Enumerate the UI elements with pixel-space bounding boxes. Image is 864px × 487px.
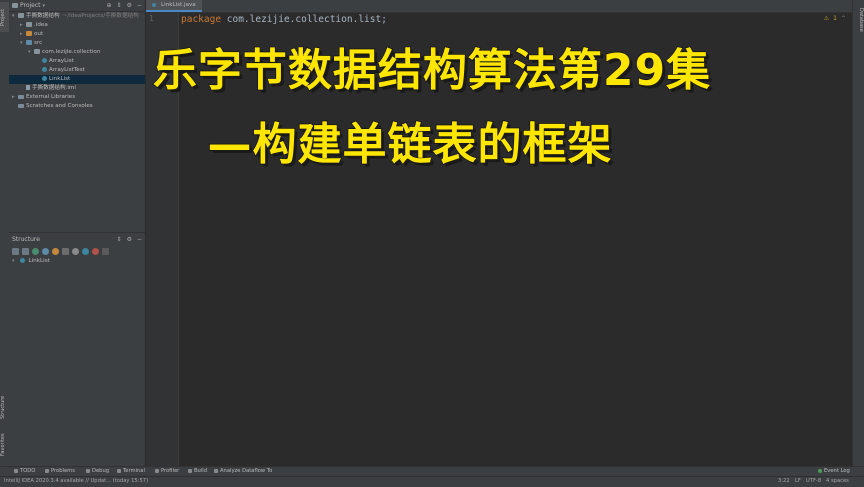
warning-icon: ⚠: [823, 15, 830, 22]
status-message[interactable]: IntelliJ IDEA 2020.3.4 available // Upda…: [4, 478, 148, 484]
profiler-label: Profiler: [161, 468, 180, 474]
problems-label: Problems: [51, 468, 75, 474]
filter-icon[interactable]: [102, 247, 109, 255]
locate-icon[interactable]: ⊕: [107, 2, 112, 9]
project-tree-label: 手撕数据结构: [26, 13, 60, 19]
structure-panel-title: Structure: [12, 235, 40, 243]
terminal-icon: [117, 468, 121, 473]
hammer-icon: [188, 468, 192, 473]
collapse-all-icon[interactable]: ⇕: [117, 2, 122, 9]
debug-label: Debug: [92, 468, 110, 474]
project-panel-header: Project ▾ ⊕ ⇕ ⚙ −: [9, 0, 145, 12]
event-log-icon: [818, 468, 822, 473]
build-tool-button[interactable]: Build: [188, 468, 207, 474]
favorites-tool-tab[interactable]: Favorites: [0, 430, 9, 460]
folder-icon: [26, 21, 32, 27]
inspection-widget[interactable]: ⚠ 1 ⌃: [824, 15, 846, 22]
gear-icon[interactable]: ⚙: [127, 236, 132, 243]
structure-toolbar: [9, 245, 145, 257]
chevron-up-icon[interactable]: ⌃: [841, 15, 846, 22]
problems-icon: [45, 468, 49, 473]
show-toplevel-icon[interactable]: [92, 247, 99, 255]
editor-tab-linklist[interactable]: LinkList.java: [146, 0, 202, 12]
video-title-line-2: —构建单链表的框架: [207, 118, 613, 170]
class-icon: [152, 3, 156, 7]
caret-position[interactable]: 3:22: [778, 478, 790, 484]
editor-tab-bar: LinkList.java: [146, 0, 852, 13]
project-tool-tab[interactable]: Project: [0, 2, 9, 32]
analyze-dataflow-button[interactable]: Analyze Dataflow To: [214, 468, 272, 474]
problems-tool-button[interactable]: Problems: [45, 468, 75, 474]
dataflow-icon: [214, 468, 218, 473]
debug-tool-button[interactable]: Debug: [86, 468, 109, 474]
show-non-public-icon[interactable]: [62, 247, 69, 255]
editor-tab-label: LinkList.java: [161, 2, 196, 8]
todo-tool-button[interactable]: TODO: [14, 468, 35, 474]
status-bar: IntelliJ IDEA 2020.3.4 available // Upda…: [0, 476, 864, 487]
structure-tree-item[interactable]: ▾ LinkList: [9, 257, 145, 266]
code-keyword: package: [181, 14, 222, 25]
warning-count: 1: [833, 15, 837, 22]
terminal-tool-button[interactable]: Terminal: [117, 468, 145, 474]
structure-tool-tab[interactable]: Structure: [0, 390, 9, 424]
folder-icon: [18, 12, 24, 18]
sort-alpha-icon[interactable]: [22, 247, 29, 255]
line-number: 1: [149, 14, 154, 23]
hide-icon[interactable]: −: [137, 2, 142, 9]
analyze-dataflow-label: Analyze Dataflow To: [220, 468, 273, 474]
show-anonymous-icon[interactable]: [82, 247, 89, 255]
expand-collapse-icon[interactable]: ⇕: [117, 236, 122, 243]
todo-icon: [14, 468, 18, 473]
structure-panel-header: Structure ⇕ ⚙ −: [9, 233, 145, 245]
project-tree-item[interactable]: ▾ 手撕数据结构 ~/IdeaProjects/手撕数据结构: [9, 12, 145, 21]
project-panel-title[interactable]: Project: [20, 2, 41, 9]
class-icon: [19, 257, 25, 263]
code-package-name: com.lezijie.collection.list;: [221, 14, 387, 25]
show-inherited-icon[interactable]: [52, 247, 59, 255]
structure-item-label: LinkList: [28, 258, 50, 264]
video-title-line-1: 乐字节数据结构算法第29集: [152, 44, 712, 96]
database-tool-tab[interactable]: Database: [854, 8, 864, 32]
project-tree-label: .idea: [34, 22, 48, 28]
file-encoding[interactable]: UTF-8: [806, 478, 821, 484]
build-label: Build: [194, 468, 208, 474]
terminal-label: Terminal: [123, 468, 145, 474]
bug-icon: [86, 468, 90, 473]
hide-icon[interactable]: −: [137, 236, 142, 243]
scratch-icon: [18, 103, 24, 108]
code-line-1[interactable]: package com.lezijie.collection.list;: [181, 14, 387, 25]
chevron-down-icon[interactable]: ▾: [12, 257, 18, 266]
todo-label: TODO: [20, 468, 36, 474]
project-path-hint: ~/IdeaProjects/手撕数据结构: [62, 13, 139, 19]
sort-visibility-icon[interactable]: [12, 247, 19, 255]
project-view-icon: [12, 3, 18, 8]
event-log-label: Event Log: [824, 468, 850, 474]
event-log-button[interactable]: Event Log: [818, 468, 850, 474]
show-properties-icon[interactable]: [32, 247, 39, 255]
project-tree-item[interactable]: ▸ .idea: [9, 21, 145, 30]
show-lambdas-icon[interactable]: [72, 247, 79, 255]
structure-panel: Structure ⇕ ⚙ − ▾ LinkList: [9, 232, 145, 467]
show-fields-icon[interactable]: [42, 247, 49, 255]
profiler-tool-button[interactable]: Profiler: [155, 468, 179, 474]
profiler-icon: [155, 468, 159, 473]
gear-icon[interactable]: ⚙: [127, 2, 132, 9]
line-separator[interactable]: LF: [795, 478, 801, 484]
project-dropdown-chevron-icon[interactable]: ▾: [43, 3, 46, 9]
indent-setting[interactable]: 4 spaces: [826, 478, 849, 484]
